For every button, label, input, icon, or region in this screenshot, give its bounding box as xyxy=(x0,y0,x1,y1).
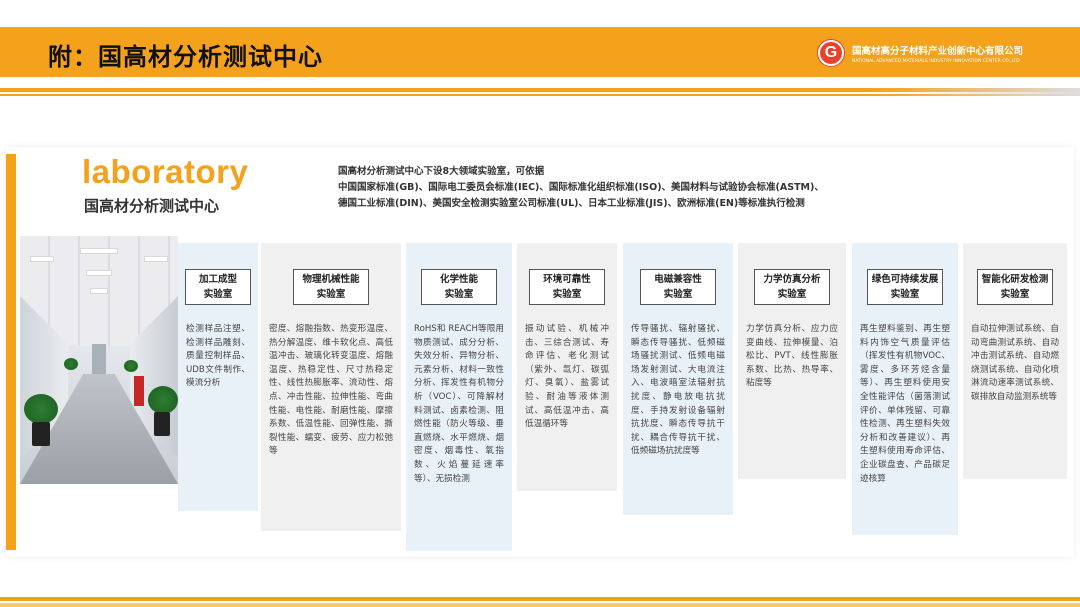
lab-column-title: 化学性能 实验室 xyxy=(421,269,497,305)
intro-text: 国高材分析测试中心下设8大领域实验室，可依据 中国国家标准(GB)、国际电工委员… xyxy=(338,164,918,212)
lab-column-title: 电磁兼容性 实验室 xyxy=(640,269,716,305)
lab-column-title-line: 实验室 xyxy=(777,289,807,300)
lab-column-title-line: 加工成型 xyxy=(198,274,237,285)
lab-column-title-line: 实验室 xyxy=(316,289,346,300)
lab-subheading: 国高材分析测试中心 xyxy=(84,197,220,215)
divider-fade xyxy=(870,88,1080,96)
plant-icon xyxy=(64,358,78,370)
ceiling-light xyxy=(90,288,108,294)
lab-column-title-line: 实验室 xyxy=(890,289,920,300)
bottom-stripe-thin xyxy=(0,603,1080,607)
photo-red-bin xyxy=(134,376,144,406)
intro-line: 德国工业标准(DIN)、美国安全检测实验室公司标准(UL)、日本工业标准(JIS… xyxy=(338,198,805,209)
lab-column-title: 环境可靠性 实验室 xyxy=(529,269,605,305)
ceiling-light xyxy=(86,270,112,276)
lab-column-title-line: 绿色可持续发展 xyxy=(871,274,939,285)
intro-line: 中国国家标准(GB)、国际电工委员会标准(IEC)、国际标准化组织标准(ISO)… xyxy=(338,182,824,193)
lab-column-description: 振动试验、机械冲击、三综合测试、寿命评估、老化测试（紫外、氙灯、碳弧灯、臭氧）、… xyxy=(525,324,609,430)
lab-column-description: 检测样品注塑、检测样品雕刻、质量控制样品、UDB文件制作、模流分析 xyxy=(186,324,250,389)
lab-column-description: 自动拉伸测试系统、自动弯曲测试系统、自动冲击测试系统、自动燃烧测试系统、自动化喷… xyxy=(971,324,1059,402)
lab-column-title-line: 实验室 xyxy=(663,289,693,300)
intro-line: 国高材分析测试中心下设8大领域实验室，可依据 xyxy=(338,166,545,177)
lab-column-description: 力学仿真分析、应力应变曲线、拉伸模量、泊松比、PVT、线性膨胀系数、比热、热导率… xyxy=(746,324,838,389)
lab-column-title: 物理机械性能 实验室 xyxy=(293,269,369,305)
logo-icon: G xyxy=(818,40,844,66)
lab-column-title-line: 环境可靠性 xyxy=(543,274,591,285)
lab-column-title-line: 实验室 xyxy=(552,289,582,300)
lab-column-description: 传导骚扰、辐射骚扰、瞬态传导骚扰、低频磁场骚扰测试、低频电磁场发射测试、大电流注… xyxy=(631,324,725,457)
plant-icon xyxy=(124,360,138,372)
lab-column-title: 绿色可持续发展 实验室 xyxy=(867,269,943,305)
lab-column-title: 智能化研发检测 实验室 xyxy=(977,269,1053,305)
lab-column-title-line: 物理机械性能 xyxy=(302,274,360,285)
lab-heading: laboratory xyxy=(82,153,249,190)
accent-bar xyxy=(6,154,16,550)
logo-en-name: NATIONAL ADVANCED MATERIALS INDUSTRY INN… xyxy=(852,58,1020,64)
bottom-stripe xyxy=(0,597,1080,601)
plant-pot xyxy=(32,422,50,446)
ceiling-light xyxy=(30,256,54,262)
lab-column-description: RoHS和 REACH等限用物质测试、成分分析、失效分析、异物分析、元素分析、材… xyxy=(414,324,504,484)
page-title: 附：国高材分析测试中心 xyxy=(48,43,323,71)
plant-pot xyxy=(154,412,170,436)
logo-cn-name: 国高材高分子材料产业创新中心有限公司 xyxy=(852,45,1024,57)
lab-column-title-line: 电磁兼容性 xyxy=(654,274,702,285)
lab-column-title-line: 实验室 xyxy=(444,289,474,300)
lab-column-title-line: 化学性能 xyxy=(439,274,478,285)
plant-icon xyxy=(148,386,178,414)
ceiling-light xyxy=(144,256,168,262)
lab-column-title-line: 实验室 xyxy=(203,289,233,300)
ceiling-light xyxy=(80,248,118,254)
lab-column-description: 密度、熔融指数、热变形温度、热分解温度、维卡软化点、高低温冲击、玻璃化转变温度、… xyxy=(269,324,393,457)
laboratory-corridor-photo xyxy=(20,236,178,484)
lab-column-title-line: 力学仿真分析 xyxy=(763,274,821,285)
lab-column-description: 再生塑料鉴别、再生塑料内饰空气质量评估（挥发性有机物VOC、雾度、多环芳烃含量等… xyxy=(860,324,950,484)
lab-column-title: 加工成型 实验室 xyxy=(185,269,251,305)
logo-text: 国高材高分子材料产业创新中心有限公司 NATIONAL ADVANCED MAT… xyxy=(852,43,1023,64)
lab-column-title-line: 实验室 xyxy=(1000,289,1030,300)
lab-column-title: 力学仿真分析 实验室 xyxy=(754,269,830,305)
lab-column-title-line: 智能化研发检测 xyxy=(981,274,1049,285)
company-logo: G 国高材高分子材料产业创新中心有限公司 NATIONAL ADVANCED M… xyxy=(818,40,1023,66)
plant-icon xyxy=(24,394,58,424)
